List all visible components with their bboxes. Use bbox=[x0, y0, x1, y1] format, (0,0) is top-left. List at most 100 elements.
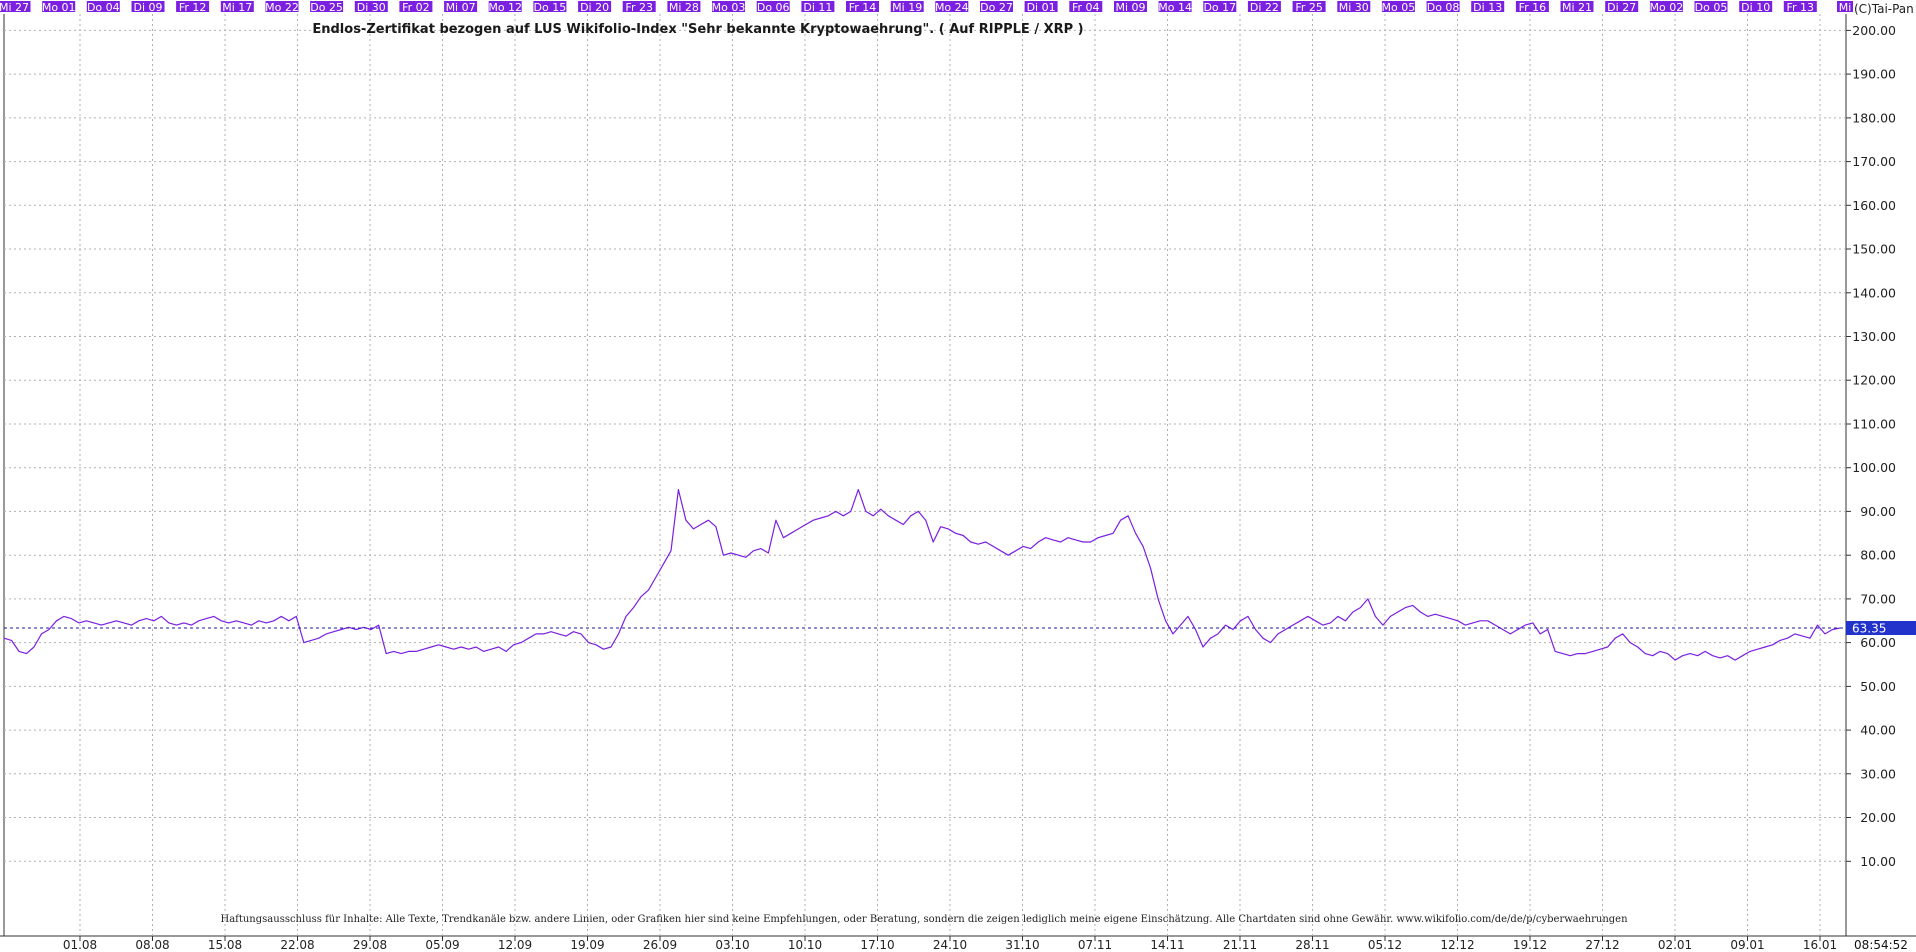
y-tick-label: 190.00 bbox=[1852, 67, 1896, 82]
x-tick-label: 14.11 bbox=[1150, 938, 1184, 952]
x-tick-label: 07.11 bbox=[1078, 938, 1112, 952]
day-label: Mi 21 bbox=[1562, 1, 1592, 14]
y-tick-label: 80.00 bbox=[1860, 548, 1896, 563]
y-tick-label: 50.00 bbox=[1860, 679, 1896, 694]
series-layer bbox=[3, 489, 1841, 661]
day-label: Do 04 bbox=[87, 1, 120, 14]
x-tick-label: 03.10 bbox=[715, 938, 749, 952]
day-label: Mi 30 bbox=[1339, 1, 1369, 14]
last-value-label: 63.35 bbox=[1852, 622, 1886, 636]
day-label: Do 15 bbox=[534, 1, 567, 14]
day-label: Do 27 bbox=[980, 1, 1013, 14]
day-label: Do 25 bbox=[310, 1, 343, 14]
day-label: Mi 19 bbox=[892, 1, 922, 14]
day-label: Di 20 bbox=[580, 1, 609, 14]
day-label: Fr 23 bbox=[625, 1, 653, 14]
day-label: Fr 13 bbox=[1787, 1, 1815, 14]
x-tick-label: 02.01 bbox=[1658, 938, 1692, 952]
y-tick-label: 140.00 bbox=[1852, 285, 1896, 300]
day-label: Mi 07 bbox=[446, 1, 476, 14]
y-tick-label: 120.00 bbox=[1852, 373, 1896, 388]
x-tick-label: 05.09 bbox=[425, 938, 459, 952]
x-tick-label: 28.11 bbox=[1295, 938, 1329, 952]
y-tick-label: 110.00 bbox=[1852, 417, 1896, 432]
day-label: Do 06 bbox=[757, 1, 790, 14]
day-label: Fr 14 bbox=[849, 1, 877, 14]
day-label: Mo 12 bbox=[488, 1, 522, 14]
x-tick-label: 24.10 bbox=[933, 938, 967, 952]
grid-lines bbox=[0, 14, 1916, 937]
x-tick-label: 31.10 bbox=[1005, 938, 1039, 952]
x-tick-label: 17.10 bbox=[860, 938, 894, 952]
day-label: Do 17 bbox=[1203, 1, 1236, 14]
day-label: Di 22 bbox=[1250, 1, 1279, 14]
y-tick-label: 40.00 bbox=[1860, 723, 1896, 738]
x-axis: 01.08 08.08 15.08 22.08 29.08 05.09 12.09 19.09… bbox=[63, 936, 1837, 952]
day-label: Mo 05 bbox=[1382, 1, 1416, 14]
day-label: Di 27 bbox=[1607, 1, 1636, 14]
x-tick-label: 26.09 bbox=[643, 938, 677, 952]
day-label: Do 05 bbox=[1695, 1, 1728, 14]
y-tick-label: 160.00 bbox=[1852, 198, 1896, 213]
y-tick-label: 180.00 bbox=[1852, 110, 1896, 125]
day-label: Fr 16 bbox=[1519, 1, 1547, 14]
day-label: Mo 01 bbox=[42, 1, 76, 14]
day-label: Di 09 bbox=[133, 1, 162, 14]
day-label-bar: Mi 27 Mo 01 Do 04 Di 09 Fr 12 Mi 17 Mo 22 Do 25… bbox=[0, 1, 1853, 14]
day-label: Fr 04 bbox=[1072, 1, 1100, 14]
price-series-line bbox=[3, 489, 1841, 661]
x-tick-label: 10.10 bbox=[788, 938, 822, 952]
day-label: Mo 24 bbox=[935, 1, 969, 14]
last-value-badge: 63.35 bbox=[1846, 621, 1916, 636]
day-label: Mi 09 bbox=[1115, 1, 1145, 14]
y-tick-label: 60.00 bbox=[1860, 635, 1896, 650]
x-tick-label: 19.12 bbox=[1513, 938, 1547, 952]
day-label: Di 30 bbox=[357, 1, 386, 14]
x-tick-label: 12.12 bbox=[1440, 938, 1474, 952]
day-label: Di 11 bbox=[803, 1, 832, 14]
x-tick-label: 16.01 bbox=[1803, 938, 1837, 952]
x-tick-label: 05.12 bbox=[1368, 938, 1402, 952]
y-tick-label: 200.00 bbox=[1852, 23, 1896, 38]
copyright-text: (C)Tai-Pan bbox=[1854, 2, 1914, 16]
day-label: Di 13 bbox=[1473, 1, 1502, 14]
y-tick-label: 10.00 bbox=[1860, 854, 1896, 869]
x-tick-label: 12.09 bbox=[498, 938, 532, 952]
x-tick-label: 29.08 bbox=[353, 938, 387, 952]
clock-readout: 08:54:52 bbox=[1854, 938, 1908, 952]
y-tick-label: 170.00 bbox=[1852, 154, 1896, 169]
day-label: Di 10 bbox=[1741, 1, 1770, 14]
x-tick-label: 08.08 bbox=[135, 938, 169, 952]
chart-canvas: Mi 27 Mo 01 Do 04 Di 09 Fr 12 Mi 17 Mo 22 Do 25… bbox=[0, 1, 1916, 952]
y-tick-label: 70.00 bbox=[1860, 591, 1896, 606]
y-tick-label: 150.00 bbox=[1852, 242, 1896, 257]
day-label: Mi 17 bbox=[222, 1, 252, 14]
day-label: Mi bbox=[1839, 1, 1852, 14]
day-label: Mi 28 bbox=[669, 1, 699, 14]
day-label: Do 08 bbox=[1427, 1, 1460, 14]
chart-title: Endlos-Zertifikat bezogen auf LUS Wikifo… bbox=[312, 22, 1083, 37]
x-tick-label: 09.01 bbox=[1730, 938, 1764, 952]
day-label: Fr 02 bbox=[402, 1, 430, 14]
x-tick-label: 27.12 bbox=[1585, 938, 1619, 952]
day-label: Fr 12 bbox=[179, 1, 207, 14]
x-tick-label: 22.08 bbox=[280, 938, 314, 952]
day-label: Mo 02 bbox=[1650, 1, 1684, 14]
x-tick-label: 01.08 bbox=[63, 938, 97, 952]
disclaimer-text: Haftungsausschluss für Inhalte: Alle Tex… bbox=[220, 914, 1628, 925]
x-tick-label: 19.09 bbox=[570, 938, 604, 952]
x-tick-label: 21.11 bbox=[1223, 938, 1257, 952]
day-label: Mi 27 bbox=[0, 1, 29, 14]
y-tick-label: 130.00 bbox=[1852, 329, 1896, 344]
day-label: Fr 25 bbox=[1295, 1, 1323, 14]
x-tick-label: 15.08 bbox=[208, 938, 242, 952]
y-tick-label: 30.00 bbox=[1860, 766, 1896, 781]
day-label: Mo 14 bbox=[1158, 1, 1192, 14]
day-label: Mo 22 bbox=[265, 1, 299, 14]
y-tick-label: 100.00 bbox=[1852, 460, 1896, 475]
day-label: Di 01 bbox=[1027, 1, 1056, 14]
y-tick-label: 90.00 bbox=[1860, 504, 1896, 519]
y-axis: 10.00 20.00 30.00 40.00 50.00 60.00 70.00 80.00… bbox=[1846, 23, 1896, 869]
y-tick-label: 20.00 bbox=[1860, 810, 1896, 825]
day-label: Mo 03 bbox=[712, 1, 746, 14]
